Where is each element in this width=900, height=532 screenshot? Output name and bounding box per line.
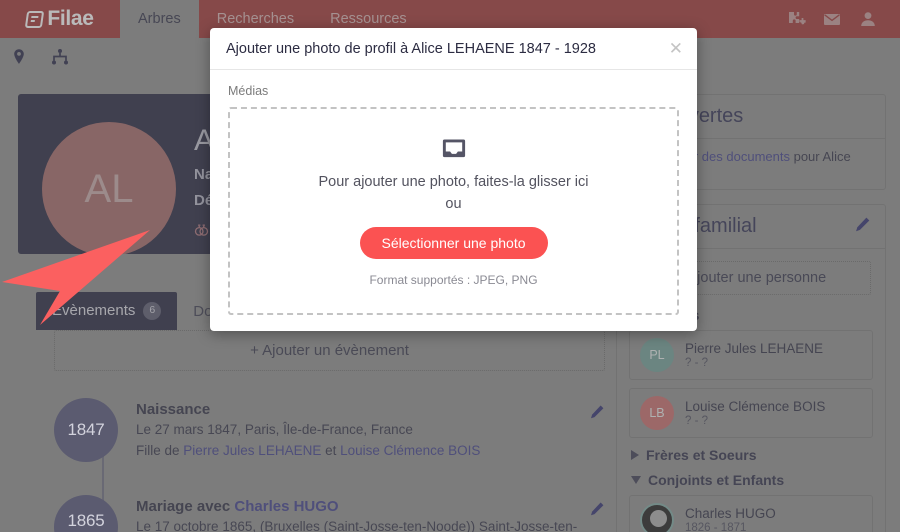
select-photo-button[interactable]: Sélectionner une photo bbox=[359, 227, 548, 260]
dialog-title: Ajouter une photo de profil à Alice LEHA… bbox=[226, 40, 596, 57]
dropzone-line-1: Pour ajouter une photo, faites-la glisse… bbox=[318, 173, 589, 190]
dropzone-instruction: Pour ajouter une photo, faites-la glisse… bbox=[318, 172, 588, 216]
dropzone-line-2: ou bbox=[445, 195, 462, 212]
medias-label: Médias bbox=[228, 84, 269, 98]
add-profile-photo-dialog: Ajouter une photo de profil à Alice LEHA… bbox=[210, 28, 697, 331]
supported-formats-text: Format supportés : JPEG, PNG bbox=[369, 273, 538, 288]
timeline-year: 1865 bbox=[67, 510, 105, 530]
dialog-header: Ajouter une photo de profil à Alice LEHA… bbox=[210, 28, 697, 70]
dialog-body: Médias Pour ajouter une photo, faites-la… bbox=[210, 70, 697, 331]
close-icon[interactable]: ✕ bbox=[669, 40, 683, 57]
timeline-date-badge: 1847 bbox=[54, 398, 118, 462]
pointer-arrow bbox=[2, 230, 150, 325]
app-root: Filae Arbres Recherches Ressources AL Ev… bbox=[0, 0, 900, 532]
photo-dropzone[interactable]: Pour ajouter une photo, faites-la glisse… bbox=[228, 107, 679, 315]
inbox-tray-icon bbox=[441, 135, 467, 166]
timeline-year: 1847 bbox=[67, 419, 105, 439]
